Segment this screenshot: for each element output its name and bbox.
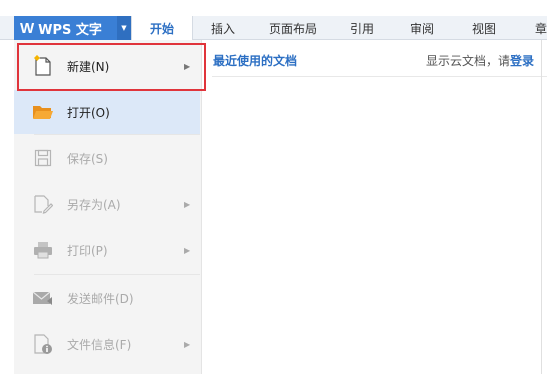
submenu-arrow-icon: ▶ xyxy=(184,245,191,255)
tab-page-layout[interactable]: 页面布局 xyxy=(253,16,333,40)
tab-insert[interactable]: 插入 xyxy=(193,16,253,40)
wps-logo-icon: W xyxy=(20,19,35,37)
login-link[interactable]: 登录 xyxy=(510,54,534,68)
file-info-icon xyxy=(32,333,54,355)
menu-item-save-as[interactable]: 另存为(A) ▶ xyxy=(14,182,200,226)
recent-documents-title: 最近使用的文档 xyxy=(213,54,298,68)
save-as-icon xyxy=(32,193,54,215)
printer-icon xyxy=(32,239,54,261)
ribbon-tabs: 开始 插入 页面布局 引用 审阅 视图 章 xyxy=(131,16,547,40)
tab-section[interactable]: 章 xyxy=(515,16,547,40)
menu-item-label: 文件信息(F) xyxy=(67,337,132,352)
submenu-arrow-icon: ▶ xyxy=(184,199,191,209)
menu-divider xyxy=(34,134,200,135)
menu-item-save[interactable]: 保存(S) xyxy=(14,136,200,180)
save-icon xyxy=(32,147,54,169)
highlight-box xyxy=(17,43,206,91)
menu-item-label: 打印(P) xyxy=(67,243,108,258)
menu-divider xyxy=(34,274,200,275)
cloud-docs-note: 显示云文档，请登录 xyxy=(426,52,534,69)
menu-item-label: 发送邮件(D) xyxy=(67,291,134,306)
panel-edge xyxy=(541,40,542,374)
app-menu-button[interactable]: W WPS 文字 ▼ xyxy=(14,16,131,40)
tab-view[interactable]: 视图 xyxy=(453,16,515,40)
tab-review[interactable]: 审阅 xyxy=(391,16,453,40)
menu-item-label: 保存(S) xyxy=(67,151,108,166)
submenu-arrow-icon: ▶ xyxy=(184,339,191,349)
menu-item-label: 另存为(A) xyxy=(67,197,121,212)
tab-references[interactable]: 引用 xyxy=(333,16,391,40)
cloud-docs-text: 显示云文档，请 xyxy=(426,54,511,68)
app-title: WPS 文字 xyxy=(38,22,102,38)
open-folder-icon xyxy=(32,101,54,123)
content-divider xyxy=(212,76,547,77)
send-mail-icon xyxy=(32,287,54,309)
menu-item-send-mail[interactable]: 发送邮件(D) xyxy=(14,276,200,320)
tab-start[interactable]: 开始 xyxy=(131,16,193,40)
menu-item-file-info[interactable]: 文件信息(F) ▶ xyxy=(14,322,200,366)
menu-item-print[interactable]: 打印(P) ▶ xyxy=(14,228,200,272)
menu-item-open[interactable]: 打开(O) xyxy=(14,90,200,134)
chevron-down-icon[interactable]: ▼ xyxy=(117,16,131,40)
menu-item-label: 打开(O) xyxy=(67,105,110,120)
